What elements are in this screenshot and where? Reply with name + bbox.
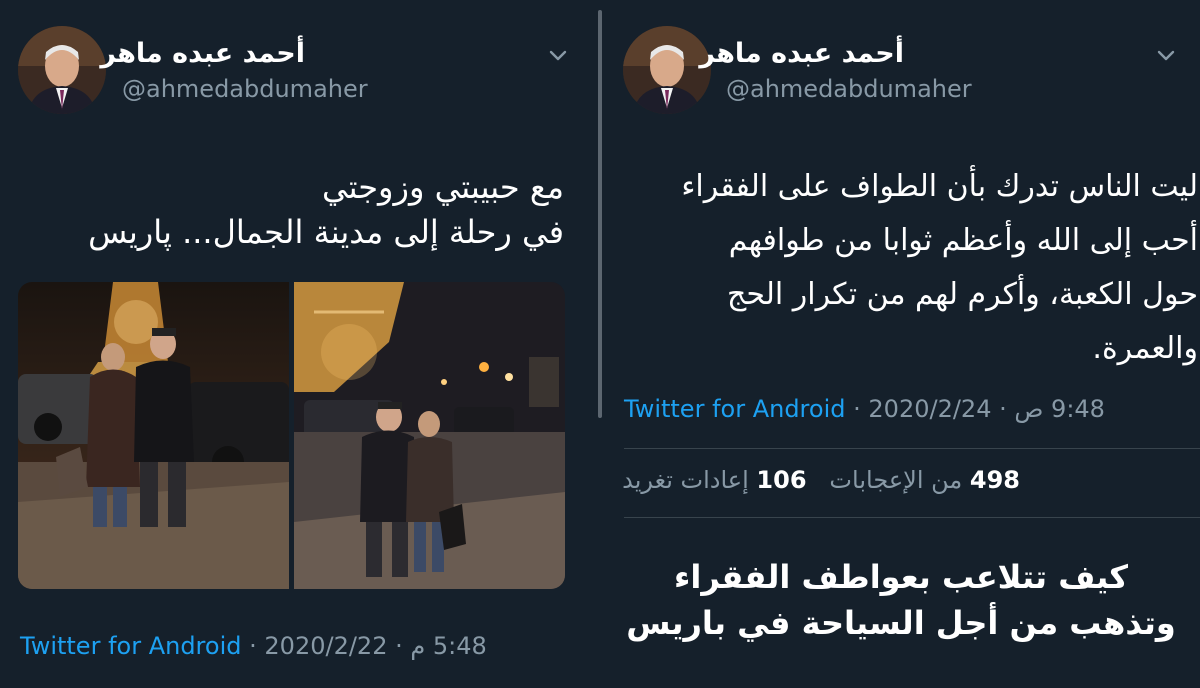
tweet-text-line: أحب إلى الله وأعظم ثوابا من طوافهم (728, 223, 1198, 258)
tweet-left: أحمد عبده ماهر @ahmedabdumaher مع حبيبتي… (0, 0, 600, 688)
tweet-meta: Twitter for Android · 2020/2/22 · 5:48 م (20, 632, 487, 660)
meta-dot: · (999, 395, 1007, 423)
tweet-stats: 498 من الإعجابات 106 إعادات تغريد (622, 466, 1020, 494)
tweet-date[interactable]: 2020/2/22 (264, 632, 387, 660)
author-name[interactable]: أحمد عبده ماهر (699, 38, 904, 69)
author-handle[interactable]: @ahmedabdumaher (726, 75, 972, 103)
chevron-down-icon[interactable] (545, 42, 571, 68)
tweet-photo[interactable] (18, 282, 289, 589)
author-avatar[interactable] (18, 26, 106, 114)
caption-line: كيف تتلاعب بعواطف الفقراء (674, 558, 1128, 596)
retweets-count[interactable]: 106 (756, 466, 806, 494)
tweet-text-line: حول الكعبة، وأكرم لهم من تكرار الحج (727, 277, 1198, 312)
meta-dot: · (853, 395, 861, 423)
author-name[interactable]: أحمد عبده ماهر (100, 38, 305, 69)
tweet-date[interactable]: 2020/2/24 (868, 395, 991, 423)
tweet-text-line: في رحلة إلى مدينة الجمال... پاريس (88, 213, 564, 251)
tweet-time[interactable]: 5:48 م (410, 632, 486, 660)
source-link[interactable]: Twitter for Android (624, 395, 845, 423)
tweet-text-line: ليت الناس تدرك بأن الطواف على الفقراء (681, 169, 1198, 204)
likes-label[interactable]: من الإعجابات (829, 466, 962, 494)
divider-line (624, 517, 1200, 518)
tweet-text: مع حبيبتي وزوجتي في رحلة إلى مدينة الجما… (88, 165, 564, 255)
likes-count[interactable]: 498 (970, 466, 1020, 494)
meta-dot: · (395, 632, 403, 660)
tweet-text: ليت الناس تدرك بأن الطواف على الفقراء أح… (681, 160, 1198, 376)
overlay-caption: كيف تتلاعب بعواطف الفقراء وتذهب من أجل ا… (602, 554, 1200, 646)
divider-line (624, 448, 1200, 449)
tweet-meta: Twitter for Android · 2020/2/24 · 9:48 ص (624, 395, 1105, 423)
tweet-time[interactable]: 9:48 ص (1014, 395, 1105, 423)
tweet-text-line: مع حبيبتي وزوجتي (321, 168, 564, 206)
tweet-right: أحمد عبده ماهر @ahmedabdumaher ليت الناس… (602, 0, 1200, 688)
tweet-photos (18, 282, 565, 589)
author-avatar[interactable] (623, 26, 711, 114)
chevron-down-icon[interactable] (1153, 42, 1179, 68)
retweets-label[interactable]: إعادات تغريد (622, 466, 749, 494)
author-handle[interactable]: @ahmedabdumaher (122, 75, 368, 103)
tweet-photo[interactable] (294, 282, 565, 589)
tweet-text-line: والعمرة. (1092, 331, 1198, 366)
caption-line: وتذهب من أجل السياحة في باريس (626, 604, 1176, 642)
meta-dot: · (249, 632, 257, 660)
source-link[interactable]: Twitter for Android (20, 632, 241, 660)
